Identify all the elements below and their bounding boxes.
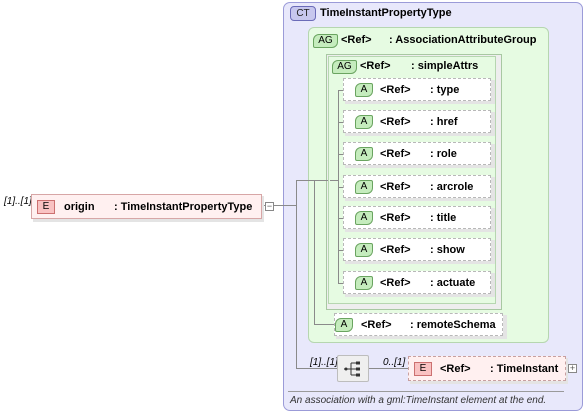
documentation-text: An association with a gml:TimeInstant el… bbox=[290, 395, 547, 406]
attribute-title-badge: A bbox=[355, 211, 373, 225]
child-occurrence: 0..[1] bbox=[383, 357, 406, 368]
sequence-occurrence: [1]..[1] bbox=[310, 357, 338, 368]
complex-type-name: TimeInstantPropertyType bbox=[320, 7, 452, 19]
attribute-arcrole-badge: A bbox=[355, 180, 373, 194]
connector-line bbox=[314, 180, 315, 325]
attribute-actuate-ref: <Ref> bbox=[380, 277, 411, 289]
attribute-group-outer-ref: <Ref> bbox=[341, 34, 372, 46]
attribute-type-name: : type bbox=[430, 84, 460, 96]
root-element-badge: E bbox=[37, 200, 55, 214]
attribute-href-badge: A bbox=[355, 115, 373, 129]
attribute-group-outer-badge: AG bbox=[313, 34, 338, 48]
attribute-group-inner-badge: AG bbox=[332, 60, 357, 74]
attribute-show-name: : show bbox=[430, 244, 465, 256]
connector-line bbox=[296, 180, 297, 368]
attribute-group-inner-ref: <Ref> bbox=[360, 60, 391, 72]
attribute-role-name: : role bbox=[430, 148, 457, 160]
attribute-actuate-badge: A bbox=[355, 276, 373, 290]
connector-line bbox=[314, 180, 328, 181]
child-element-badge: E bbox=[414, 362, 432, 376]
attribute-remote-schema-badge: A bbox=[335, 318, 353, 332]
root-element-name: origin bbox=[64, 201, 95, 213]
attribute-arcrole-ref: <Ref> bbox=[380, 181, 411, 193]
root-occurrence: [1]..[1] bbox=[4, 196, 32, 207]
connector-line bbox=[314, 324, 334, 325]
attribute-arcrole-name: : arcrole bbox=[430, 181, 474, 193]
attribute-href-ref: <Ref> bbox=[380, 116, 411, 128]
connector-line bbox=[296, 180, 314, 181]
attribute-group-outer-name: : AssociationAttributeGroup bbox=[389, 34, 537, 46]
documentation-divider bbox=[288, 391, 564, 392]
attribute-group-inner-name: : simpleAttrs bbox=[411, 60, 479, 72]
child-element-ref: <Ref> bbox=[440, 363, 471, 375]
root-element-type: : TimeInstantPropertyType bbox=[114, 201, 253, 213]
connector-line bbox=[330, 180, 338, 181]
attribute-role-badge: A bbox=[355, 147, 373, 161]
attribute-show-badge: A bbox=[355, 243, 373, 257]
complex-type-badge: CT bbox=[290, 6, 316, 21]
attribute-type-badge: A bbox=[355, 83, 373, 97]
attribute-remote-schema-name: : remoteSchema bbox=[410, 319, 496, 331]
attribute-show-ref: <Ref> bbox=[380, 244, 411, 256]
collapse-toggle-icon[interactable]: − bbox=[265, 202, 274, 211]
attribute-title-ref: <Ref> bbox=[380, 212, 411, 224]
child-element-name: : TimeInstant bbox=[490, 363, 559, 375]
attribute-remote-schema-ref: <Ref> bbox=[361, 319, 392, 331]
attribute-title-name: : title bbox=[430, 212, 457, 224]
sequence-icon bbox=[344, 361, 360, 377]
expand-toggle-icon[interactable]: + bbox=[568, 364, 577, 373]
attribute-type-ref: <Ref> bbox=[380, 84, 411, 96]
attribute-href-name: : href bbox=[430, 116, 458, 128]
attribute-role-ref: <Ref> bbox=[380, 148, 411, 160]
connector-line bbox=[281, 205, 296, 206]
attribute-actuate-name: : actuate bbox=[430, 277, 476, 289]
